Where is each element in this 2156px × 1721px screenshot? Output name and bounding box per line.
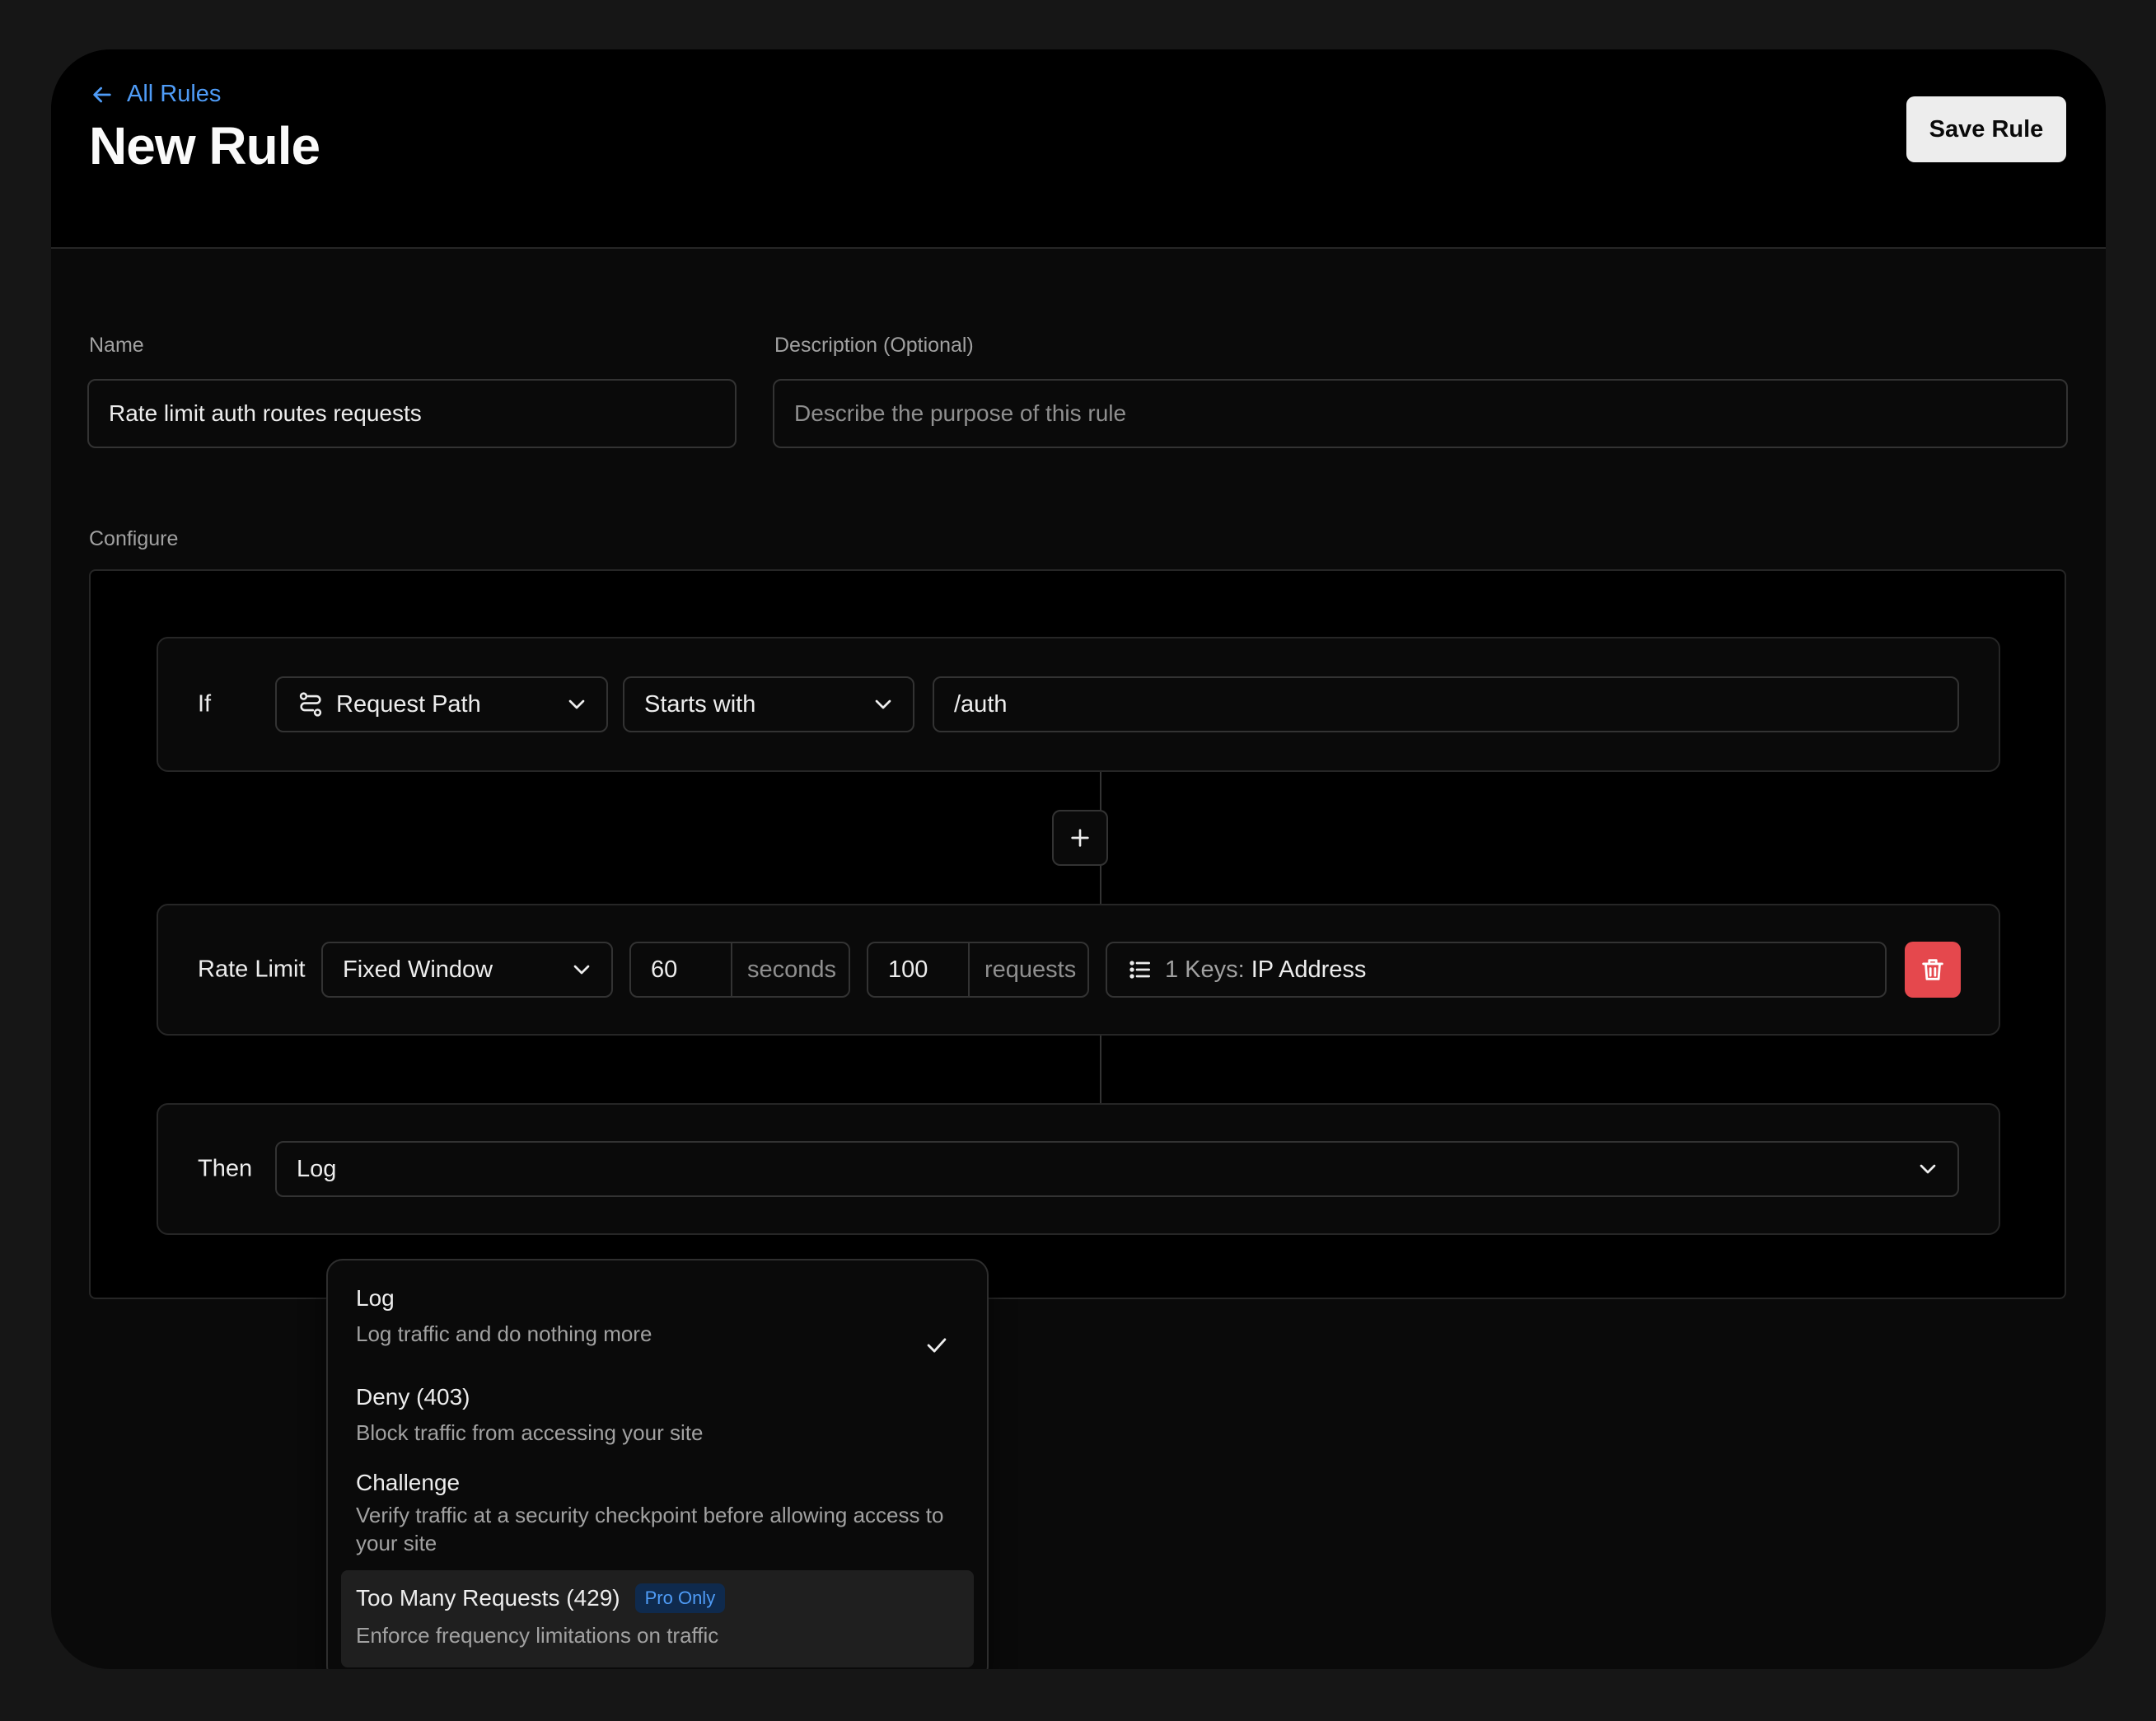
chevron-down-icon — [573, 965, 590, 975]
action-option-title: Challenge — [356, 1470, 461, 1495]
add-condition-button[interactable] — [1052, 810, 1108, 866]
back-link-label: All Rules — [127, 81, 222, 107]
request-count-unit: requests — [984, 956, 1077, 983]
action-option-description: Log traffic and do nothing more — [356, 1321, 652, 1346]
chevron-down-icon — [875, 699, 891, 709]
rate-limit-keys-select[interactable]: 1 Keys: IP Address — [1106, 942, 1887, 998]
condition-operator-value: Starts with — [644, 690, 756, 718]
list-icon — [1129, 961, 1150, 979]
arrow-left-icon — [93, 87, 111, 102]
rate-limit-algorithm-select[interactable]: Fixed Window — [321, 942, 613, 998]
rate-limit-algorithm-value: Fixed Window — [343, 956, 493, 983]
name-label: Name — [89, 334, 144, 357]
action-option-title: Log — [356, 1285, 395, 1311]
connector-line — [1100, 1036, 1101, 1103]
page-title: New Rule — [89, 116, 320, 175]
action-option-description: Enforce frequency limitations on traffic — [356, 1623, 719, 1648]
action-option-title: Too Many Requests (429) — [356, 1585, 620, 1611]
trash-icon — [1922, 959, 1943, 980]
plus-icon — [1071, 829, 1089, 847]
window-duration-input[interactable]: 60 seconds — [629, 942, 850, 998]
save-rule-button[interactable]: Save Rule — [1906, 96, 2066, 162]
action-option-description: Block traffic from accessing your site — [356, 1420, 704, 1445]
action-option-challenge[interactable]: Challenge Verify traffic at a security c… — [341, 1470, 974, 1572]
page-header: All Rules New Rule Save Rule — [51, 49, 2106, 249]
condition-operator-select[interactable]: Starts with — [623, 676, 914, 732]
rate-limit-label: Rate Limit — [198, 956, 306, 983]
action-option-description: Verify traffic at a security checkpoint … — [356, 1503, 944, 1555]
configure-label: Configure — [89, 527, 179, 550]
check-icon — [927, 1338, 947, 1353]
window-duration-value: 60 — [631, 943, 732, 996]
action-card: Then Log — [157, 1103, 2000, 1235]
name-input[interactable] — [87, 379, 737, 448]
action-dropdown-menu: Log Log traffic and do nothing more Deny… — [326, 1259, 989, 1669]
route-icon — [299, 692, 322, 717]
back-link[interactable]: All Rules — [89, 81, 221, 108]
configure-panel: If Request Path Starts with /auth Rate L… — [89, 569, 2066, 1299]
condition-value-text: /auth — [954, 690, 1008, 718]
action-select[interactable]: Log — [275, 1141, 1959, 1197]
description-label: Description (Optional) — [774, 334, 974, 357]
chevron-down-icon — [1920, 1164, 1936, 1174]
condition-field-value: Request Path — [336, 690, 481, 718]
delete-rate-limit-button[interactable] — [1905, 942, 1961, 998]
rate-limit-card: Rate Limit Fixed Window 60 seconds 100 r… — [157, 904, 2000, 1036]
chevron-down-icon — [568, 699, 585, 709]
condition-field-select[interactable]: Request Path — [275, 676, 608, 732]
request-count-input[interactable]: 100 requests — [867, 942, 1089, 998]
window-duration-unit: seconds — [747, 956, 837, 983]
action-option-log[interactable]: Log Log traffic and do nothing more — [341, 1285, 974, 1368]
description-input[interactable] — [773, 379, 2068, 448]
request-count-value: 100 — [868, 943, 970, 996]
action-option-too-many-requests[interactable]: Too Many Requests (429) Pro Only Enforce… — [341, 1570, 974, 1667]
action-selected-value: Log — [297, 1155, 337, 1182]
action-option-title: Deny (403) — [356, 1384, 470, 1410]
action-option-deny[interactable]: Deny (403) Block traffic from accessing … — [341, 1384, 974, 1458]
condition-label: If — [198, 690, 212, 718]
pro-only-badge: Pro Only — [634, 1583, 726, 1613]
condition-card: If Request Path Starts with /auth — [157, 637, 2000, 772]
action-label: Then — [198, 1155, 253, 1182]
rate-limit-keys-prefix: 1 Keys: — [1165, 956, 1245, 983]
rule-editor-window: All Rules New Rule Save Rule Name Descri… — [51, 49, 2106, 1669]
condition-value-input[interactable]: /auth — [933, 676, 1959, 732]
rate-limit-keys-value: IP Address — [1251, 956, 1367, 983]
